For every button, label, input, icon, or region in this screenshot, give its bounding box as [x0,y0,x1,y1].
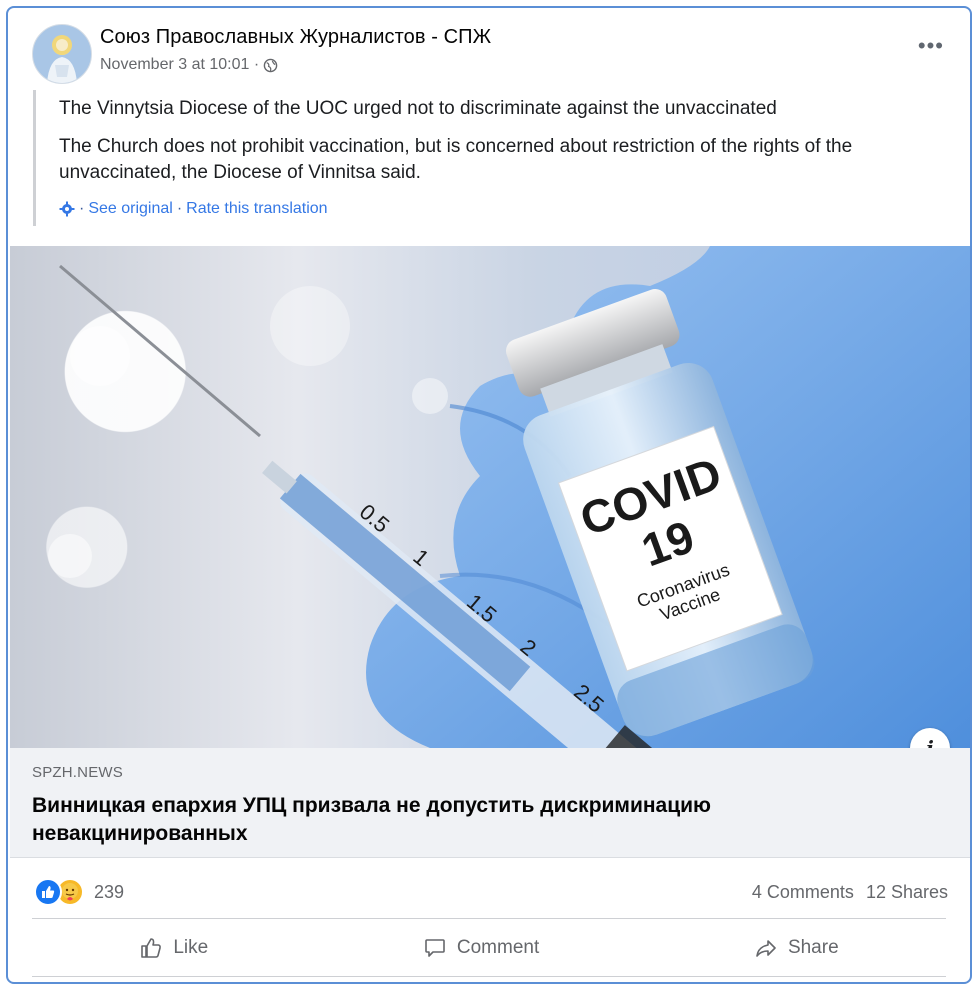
author-name[interactable]: Союз Православных Журналистов - СПЖ [100,26,491,49]
separator: · [176,200,183,217]
post-card: Союз Православных Журналистов - СПЖ Nove… [6,6,972,984]
link-preview[interactable]: SPZH.NEWS Винницкая епархия УПЦ призвала… [10,748,970,858]
more-options-button[interactable]: ••• [918,35,944,57]
shares-count-link[interactable]: 12 Shares [866,882,948,903]
translated-title: The Vinnytsia Diocese of the UOC urged n… [59,98,777,119]
gear-icon[interactable] [59,201,75,217]
post-meta: November 3 at 10:01 · [100,56,278,74]
link-domain: SPZH.NEWS [32,764,123,781]
thumbs-up-icon [141,938,162,958]
post-timestamp[interactable]: November 3 at 10:01 · [100,56,259,74]
action-bar: Like Comment Share [32,920,946,976]
like-button[interactable]: Like [119,930,228,966]
post-header: Союз Православных Журналистов - СПЖ Nove… [8,8,970,86]
translated-text: The Vinnytsia Diocese of the UOC urged n… [33,90,933,226]
comment-icon [425,939,445,957]
divider [32,976,946,977]
share-button[interactable]: Share [734,930,859,966]
rate-translation-link[interactable]: Rate this translation [186,200,327,218]
post-image[interactable]: COVID 19 Coronavirus Vaccine 0.5 1 1.5 2 [10,246,970,748]
post-stats: 239 4 Comments 12 Shares [8,858,970,920]
separator: · [79,200,85,217]
reaction-count: 239 [94,881,125,902]
translated-body: The Church does not prohibit vaccination… [59,136,853,183]
comment-label: Comment [456,937,540,958]
divider [32,918,946,919]
comments-count-link[interactable]: 4 Comments [752,882,854,903]
link-headline[interactable]: Винницкая епархия УПЦ призвала не допуст… [32,792,932,848]
like-reaction-icon [34,878,62,906]
engagement-counts: 4 Comments 12 Shares [752,882,948,903]
see-original-link[interactable]: See original [88,200,173,218]
share-icon [756,940,776,957]
page-avatar[interactable] [32,24,92,84]
comment-button[interactable]: Comment [403,930,559,966]
vaccine-photo: COVID 19 Coronavirus Vaccine 0.5 1 1.5 2 [48,246,970,748]
globe-icon [263,58,278,72]
like-label: Like [173,937,209,958]
translation-links: · See original · Rate this translation [59,200,933,218]
avatar-image [47,35,77,83]
share-label: Share [787,937,839,958]
reactions-summary[interactable]: 239 [34,878,124,906]
